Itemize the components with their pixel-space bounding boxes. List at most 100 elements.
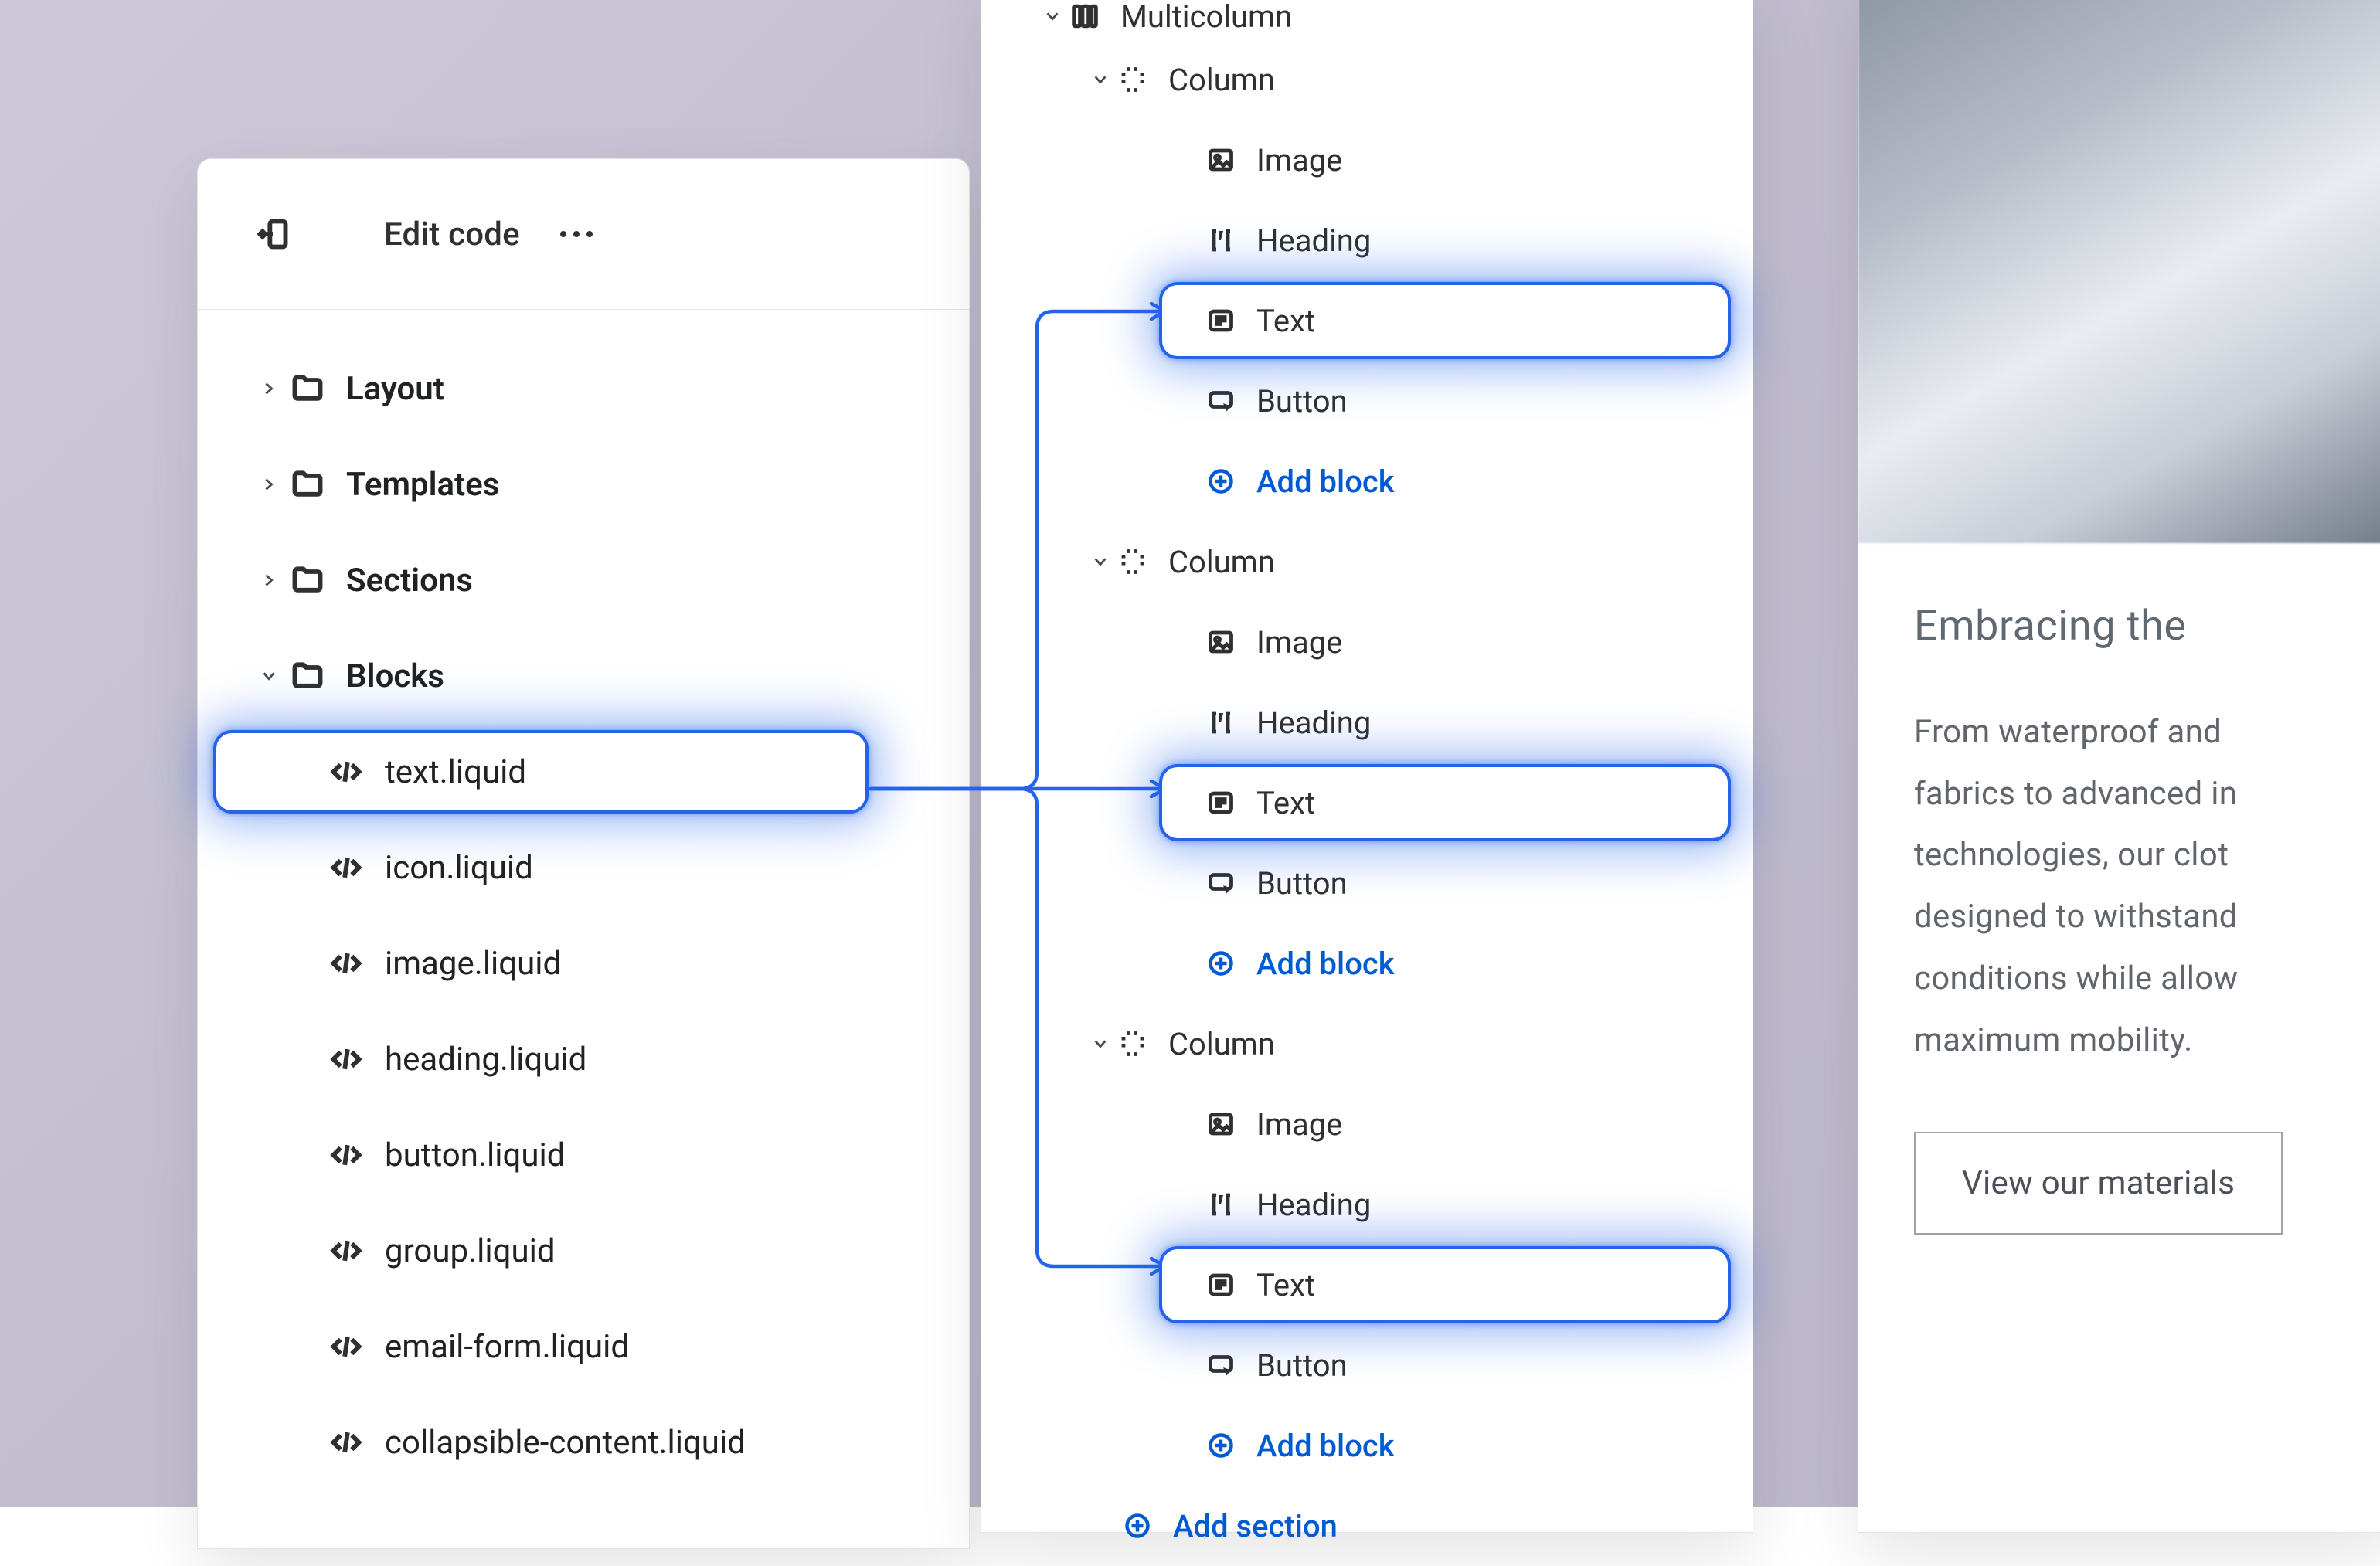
section-multicolumn[interactable]: Multicolumn bbox=[981, 0, 1753, 39]
heading-icon bbox=[1205, 707, 1236, 738]
file-label: text.liquid bbox=[385, 753, 526, 791]
image-icon bbox=[1205, 627, 1236, 657]
file-collapsible-content-liquid[interactable]: collapsible-content.liquid bbox=[198, 1394, 969, 1490]
code-icon bbox=[329, 851, 363, 885]
block-image[interactable]: Image bbox=[981, 1084, 1753, 1164]
folder-label: Sections bbox=[346, 562, 473, 600]
preview-line: maximum mobility. bbox=[1914, 1010, 2380, 1072]
folder-templates[interactable]: Templates bbox=[198, 437, 969, 532]
folder-icon bbox=[291, 563, 325, 597]
file-label: collapsible-content.liquid bbox=[385, 1424, 746, 1462]
text-icon bbox=[1205, 305, 1236, 336]
exit-button[interactable] bbox=[198, 159, 348, 309]
column-label: Column bbox=[1168, 1026, 1275, 1062]
block-button[interactable]: Button bbox=[981, 843, 1753, 923]
file-text-liquid[interactable]: text.liquid bbox=[198, 724, 969, 820]
block-button[interactable]: Button bbox=[981, 361, 1753, 441]
preview-cta-label: View our materials bbox=[1962, 1164, 2235, 1202]
block-heading[interactable]: Heading bbox=[981, 682, 1753, 763]
heading-icon bbox=[1205, 225, 1236, 256]
file-group-liquid[interactable]: group.liquid bbox=[198, 1203, 969, 1299]
column-icon bbox=[1117, 546, 1148, 577]
file-heading-liquid[interactable]: heading.liquid bbox=[198, 1011, 969, 1107]
chevron-down-icon bbox=[1083, 1035, 1117, 1052]
preview-line: fabrics to advanced in bbox=[1914, 763, 2380, 825]
preview-image bbox=[1858, 0, 2380, 543]
preview-cta-button[interactable]: View our materials bbox=[1914, 1132, 2283, 1235]
block-label: Heading bbox=[1256, 705, 1371, 741]
block-button[interactable]: Button bbox=[981, 1325, 1753, 1405]
file-label: email-form.liquid bbox=[385, 1328, 629, 1366]
section-icon bbox=[1069, 1, 1100, 32]
code-icon bbox=[329, 755, 363, 789]
block-text[interactable]: Text bbox=[981, 1245, 1753, 1325]
block-heading[interactable]: Heading bbox=[981, 200, 1753, 280]
theme-editor-panel: Multicolumn Column Image Heading Text bbox=[981, 0, 1753, 1533]
image-icon bbox=[1205, 1109, 1236, 1140]
add-block-button[interactable]: Add block bbox=[981, 1405, 1753, 1486]
file-button-liquid[interactable]: button.liquid bbox=[198, 1107, 969, 1203]
preview-panel: Embracing the From waterproof and fabric… bbox=[1858, 0, 2380, 1533]
button-icon bbox=[1205, 1350, 1236, 1381]
file-image-liquid[interactable]: image.liquid bbox=[198, 915, 969, 1011]
code-icon bbox=[329, 1425, 363, 1459]
block-label: Image bbox=[1256, 1106, 1342, 1143]
chevron-right-icon bbox=[247, 572, 291, 589]
add-block-label: Add block bbox=[1256, 464, 1395, 500]
exit-icon bbox=[256, 217, 290, 251]
block-image[interactable]: Image bbox=[981, 602, 1753, 682]
file-label: button.liquid bbox=[385, 1136, 565, 1174]
text-icon bbox=[1205, 1269, 1236, 1300]
column-2[interactable]: Column bbox=[981, 521, 1753, 602]
chevron-right-icon bbox=[247, 476, 291, 493]
block-label: Heading bbox=[1256, 223, 1371, 259]
folder-icon bbox=[291, 659, 325, 693]
file-label: image.liquid bbox=[385, 945, 561, 983]
block-label: Image bbox=[1256, 142, 1342, 178]
column-1[interactable]: Column bbox=[981, 39, 1753, 120]
folder-label: Layout bbox=[346, 370, 444, 408]
block-label: Text bbox=[1256, 303, 1315, 339]
chevron-down-icon bbox=[1083, 553, 1117, 570]
code-icon bbox=[329, 946, 363, 980]
chevron-down-icon bbox=[247, 668, 291, 684]
block-image[interactable]: Image bbox=[981, 120, 1753, 200]
add-block-label: Add block bbox=[1256, 1428, 1395, 1464]
block-label: Text bbox=[1256, 1267, 1315, 1303]
code-editor-header: Edit code bbox=[198, 159, 969, 310]
folder-blocks[interactable]: Blocks bbox=[198, 628, 969, 724]
add-block-button[interactable]: Add block bbox=[981, 923, 1753, 1004]
block-text[interactable]: Text bbox=[981, 280, 1753, 361]
code-editor-panel: Edit code Layout bbox=[197, 158, 970, 1549]
preview-line: From waterproof and bbox=[1914, 701, 2380, 763]
add-block-button[interactable]: Add block bbox=[981, 441, 1753, 521]
column-3[interactable]: Column bbox=[981, 1004, 1753, 1084]
button-icon bbox=[1205, 868, 1236, 898]
folder-sections[interactable]: Sections bbox=[198, 532, 969, 628]
folder-icon bbox=[291, 467, 325, 501]
column-label: Column bbox=[1168, 544, 1275, 580]
block-text[interactable]: Text bbox=[981, 763, 1753, 843]
block-label: Text bbox=[1256, 785, 1315, 821]
block-label: Image bbox=[1256, 624, 1342, 661]
code-icon bbox=[329, 1330, 363, 1364]
block-label: Button bbox=[1256, 865, 1348, 902]
block-heading[interactable]: Heading bbox=[981, 1164, 1753, 1245]
column-icon bbox=[1117, 64, 1148, 95]
code-icon bbox=[329, 1138, 363, 1172]
image-icon bbox=[1205, 144, 1236, 175]
folder-layout[interactable]: Layout bbox=[198, 341, 969, 437]
preview-heading: Embracing the bbox=[1914, 602, 2380, 652]
more-menu-button[interactable] bbox=[551, 222, 602, 246]
block-label: Button bbox=[1256, 383, 1348, 420]
panel-title: Edit code bbox=[384, 216, 520, 253]
preview-body-text: From waterproof and fabrics to advanced … bbox=[1914, 701, 2380, 1072]
file-email-form-liquid[interactable]: email-form.liquid bbox=[198, 1299, 969, 1394]
file-tree: Layout Templates Sections bbox=[198, 310, 969, 1490]
add-block-label: Add block bbox=[1256, 946, 1395, 982]
text-icon bbox=[1205, 787, 1236, 818]
add-section-button[interactable]: Add section bbox=[981, 1486, 1753, 1566]
file-label: group.liquid bbox=[385, 1232, 556, 1270]
plus-circle-icon bbox=[1205, 1430, 1236, 1461]
file-icon-liquid[interactable]: icon.liquid bbox=[198, 820, 969, 915]
